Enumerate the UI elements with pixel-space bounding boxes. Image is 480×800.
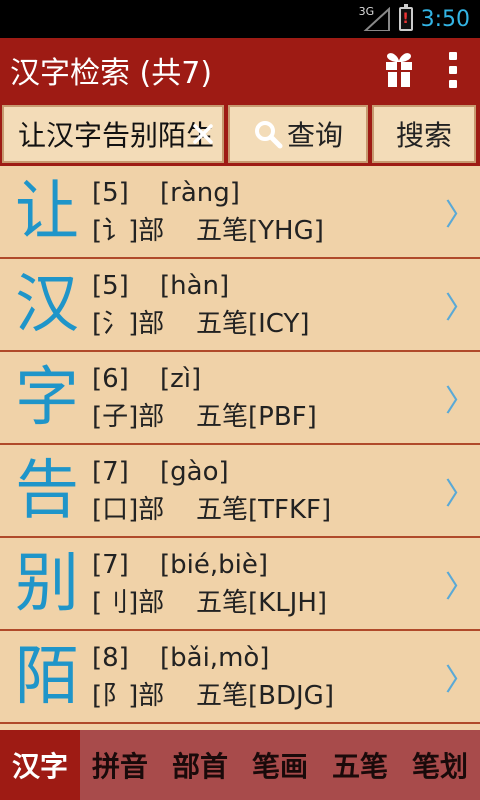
pinyin: [gào] xyxy=(160,456,229,487)
list-item[interactable]: 陌 [8] [bǎi,mò] [阝]部 五笔[BDJG] 〉 xyxy=(0,631,480,724)
hanzi-info: [8] [bǎi,mò] [阝]部 五笔[BDJG] xyxy=(92,639,440,715)
wubi-code: 五笔[KLJH] xyxy=(196,587,328,618)
search-input-value: 让汉字告别陌生 xyxy=(17,119,214,152)
wubi-code: 五笔[ICY] xyxy=(196,308,310,339)
chevron-right-icon: 〉 xyxy=(445,476,475,512)
hanzi: 汉 xyxy=(15,267,79,342)
pinyin: [bié,biè] xyxy=(160,549,268,580)
search-icon xyxy=(254,121,283,149)
gift-button[interactable] xyxy=(372,38,426,102)
pinyin: [bǎi,mò] xyxy=(160,642,270,673)
chevron-right-icon: 〉 xyxy=(445,569,475,605)
query-button-label: 查询 xyxy=(286,119,343,152)
list-item[interactable]: 让 [5] [ràng] [讠]部 五笔[YHG] 〉 xyxy=(0,166,480,259)
hanzi-info: [5] [hàn] [氵]部 五笔[ICY] xyxy=(92,267,440,343)
hanzi-info: [6] [zì] [子]部 五笔[PBF] xyxy=(92,360,440,436)
title-bar: 汉字检索 (共7) xyxy=(0,38,480,102)
signal-icon: 3G xyxy=(358,5,391,31)
hanzi-info: [5] [ràng] [讠]部 五笔[YHG] xyxy=(92,174,440,250)
wubi-code: 五笔[TFKF] xyxy=(196,494,332,525)
tab-hanzi[interactable]: 汉字 xyxy=(0,730,80,800)
radical: [口]部 xyxy=(92,494,165,525)
stroke-count: [5] xyxy=(92,270,129,301)
hanzi: 字 xyxy=(15,360,79,435)
list-item[interactable]: 别 [7] [bié,biè] [刂]部 五笔[KLJH] 〉 xyxy=(0,538,480,631)
list-item[interactable]: 字 [6] [zì] [子]部 五笔[PBF] 〉 xyxy=(0,352,480,445)
wubi-code: 五笔[PBF] xyxy=(196,401,317,432)
radical: [刂]部 xyxy=(92,587,165,618)
more-vertical-icon xyxy=(449,52,457,88)
search-row: 让汉字告别陌生 查询 搜索 xyxy=(0,102,480,166)
gift-icon xyxy=(386,53,412,87)
pinyin: [zì] xyxy=(160,363,202,394)
radical: [阝]部 xyxy=(92,680,165,711)
clock: 3:50 xyxy=(420,6,470,32)
chevron-right-icon: 〉 xyxy=(445,662,475,698)
wubi-code: 五笔[BDJG] xyxy=(196,680,334,711)
list-item[interactable]: 汉 [5] [hàn] [氵]部 五笔[ICY] 〉 xyxy=(0,259,480,352)
wubi-code: 五笔[YHG] xyxy=(196,215,324,246)
hanzi: 陌 xyxy=(15,639,79,714)
pinyin: [hàn] xyxy=(160,270,230,301)
tab-pinyin[interactable]: 拼音 xyxy=(80,730,160,800)
search-button[interactable]: 搜索 xyxy=(372,105,476,163)
pinyin: [ràng] xyxy=(160,177,240,208)
tab-radical[interactable]: 部首 xyxy=(160,730,240,800)
tab-wubi[interactable]: 五笔 xyxy=(320,730,400,800)
stroke-count: [7] xyxy=(92,456,129,487)
query-button[interactable]: 查询 xyxy=(228,105,368,163)
chevron-right-icon: 〉 xyxy=(445,290,475,326)
hanzi: 别 xyxy=(15,546,79,621)
clear-icon[interactable] xyxy=(190,121,216,147)
radical: [子]部 xyxy=(92,401,165,432)
battery-icon: ! xyxy=(398,4,413,31)
stroke-count: [7] xyxy=(92,549,129,580)
hanzi: 让 xyxy=(15,174,79,249)
search-input[interactable]: 让汉字告别陌生 xyxy=(2,105,224,163)
overflow-menu-button[interactable] xyxy=(426,38,480,102)
screen: 3G ! 3:50 汉字检索 (共7) 让汉字告别陌生 查询 搜索 让 [5] … xyxy=(0,0,480,800)
bottom-tab-bar: 汉字 拼音 部首 笔画 五笔 笔划 xyxy=(0,730,480,800)
radical: [讠]部 xyxy=(92,215,165,246)
radical: [氵]部 xyxy=(92,308,165,339)
hanzi: 告 xyxy=(15,453,79,528)
tab-stroke-order[interactable]: 笔划 xyxy=(400,730,480,800)
hanzi-info: [7] [gào] [口]部 五笔[TFKF] xyxy=(92,453,440,529)
list-item[interactable]: 告 [7] [gào] [口]部 五笔[TFKF] 〉 xyxy=(0,445,480,538)
results-list: 让 [5] [ràng] [讠]部 五笔[YHG] 〉 汉 [5] [hàn] [氵]… xyxy=(0,166,480,730)
tab-strokes[interactable]: 笔画 xyxy=(240,730,320,800)
chevron-right-icon: 〉 xyxy=(445,197,475,233)
stroke-count: [8] xyxy=(92,642,129,673)
hanzi-info: [7] [bié,biè] [刂]部 五笔[KLJH] xyxy=(92,546,440,622)
status-bar: 3G ! 3:50 xyxy=(0,0,480,38)
stroke-count: [5] xyxy=(92,177,129,208)
chevron-right-icon: 〉 xyxy=(445,383,475,419)
stroke-count: [6] xyxy=(92,363,129,394)
search-button-label: 搜索 xyxy=(395,119,452,152)
page-title: 汉字检索 (共7) xyxy=(10,56,213,91)
network-type: 3G xyxy=(358,5,375,18)
